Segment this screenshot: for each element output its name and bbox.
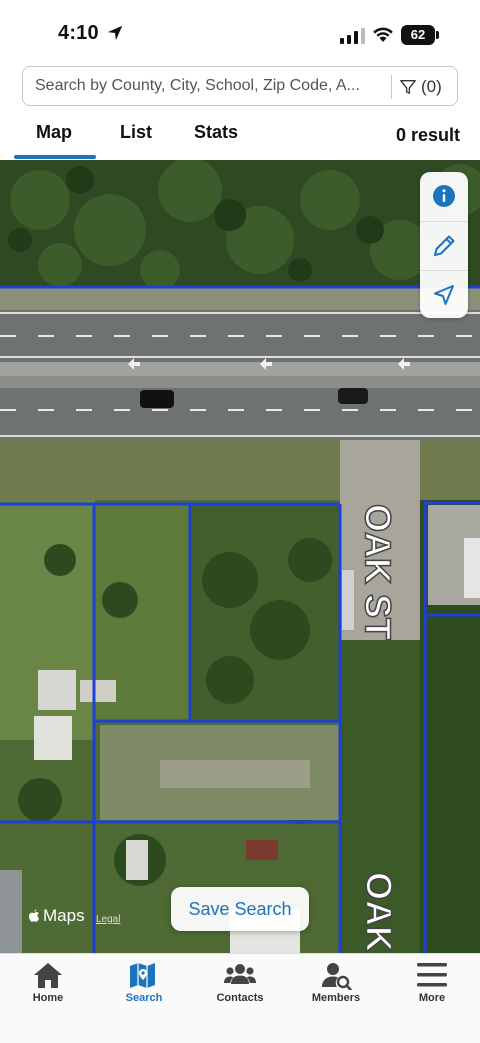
legal-link[interactable]: Legal — [96, 914, 120, 925]
battery-indicator: 62 — [401, 25, 439, 45]
street-label-oak-partial: OAK — [358, 871, 400, 953]
tab-stats[interactable]: Stats — [194, 122, 238, 143]
wifi-icon — [373, 27, 393, 42]
info-icon — [433, 185, 455, 207]
view-tabs: Map List Stats 0 result — [0, 110, 480, 160]
search-input[interactable] — [35, 67, 390, 105]
nav-contacts-label: Contacts — [216, 992, 264, 1004]
nav-members-label: Members — [311, 992, 361, 1004]
search-divider — [391, 75, 392, 99]
location-arrow-icon — [434, 284, 454, 305]
home-icon — [34, 963, 62, 988]
contacts-icon — [224, 964, 256, 984]
status-time: 4:10 — [58, 22, 99, 44]
save-search-button[interactable]: Save Search — [171, 887, 309, 931]
street-label-partial-text: OAK — [358, 872, 399, 952]
map-draw-button[interactable] — [420, 221, 468, 269]
map-info-button[interactable] — [420, 172, 468, 220]
bottom-navigation: Home Search Contacts Members More — [0, 953, 480, 1043]
maps-brand-label: Maps — [43, 906, 85, 925]
search-bar: (0) — [22, 66, 458, 106]
filter-count: (0) — [421, 77, 442, 96]
map-controls — [420, 172, 468, 318]
tab-list[interactable]: List — [120, 122, 152, 143]
map-view[interactable]: OAK ST OAK Save Search Maps Legal — [0, 160, 480, 953]
cellular-signal-icon — [340, 28, 365, 44]
menu-icon — [417, 963, 447, 987]
members-icon — [322, 963, 352, 990]
satellite-imagery — [0, 160, 480, 953]
street-label-text: OAK ST — [357, 504, 398, 640]
apple-maps-attribution: Maps — [28, 906, 85, 926]
nav-search-label: Search — [125, 992, 163, 1004]
pencil-icon — [434, 235, 455, 256]
filter-button[interactable]: (0) — [399, 73, 455, 101]
map-locate-button[interactable] — [420, 270, 468, 318]
nav-home[interactable]: Home — [8, 960, 88, 1010]
map-search-icon — [130, 963, 155, 988]
nav-search[interactable]: Search — [104, 960, 184, 1010]
active-tab-indicator — [14, 155, 96, 159]
nav-more[interactable]: More — [392, 960, 472, 1010]
nav-more-label: More — [418, 992, 446, 1004]
tab-map[interactable]: Map — [36, 122, 72, 143]
location-services-icon — [107, 25, 123, 41]
filter-icon — [400, 80, 416, 94]
status-bar: 4:10 62 — [0, 0, 480, 64]
nav-contacts[interactable]: Contacts — [200, 960, 280, 1010]
apple-logo-icon — [29, 909, 39, 922]
nav-home-label: Home — [32, 992, 64, 1004]
nav-members[interactable]: Members — [296, 960, 376, 1010]
result-count: 0 result — [395, 125, 460, 145]
street-label-oak-st: OAK ST — [357, 503, 400, 641]
